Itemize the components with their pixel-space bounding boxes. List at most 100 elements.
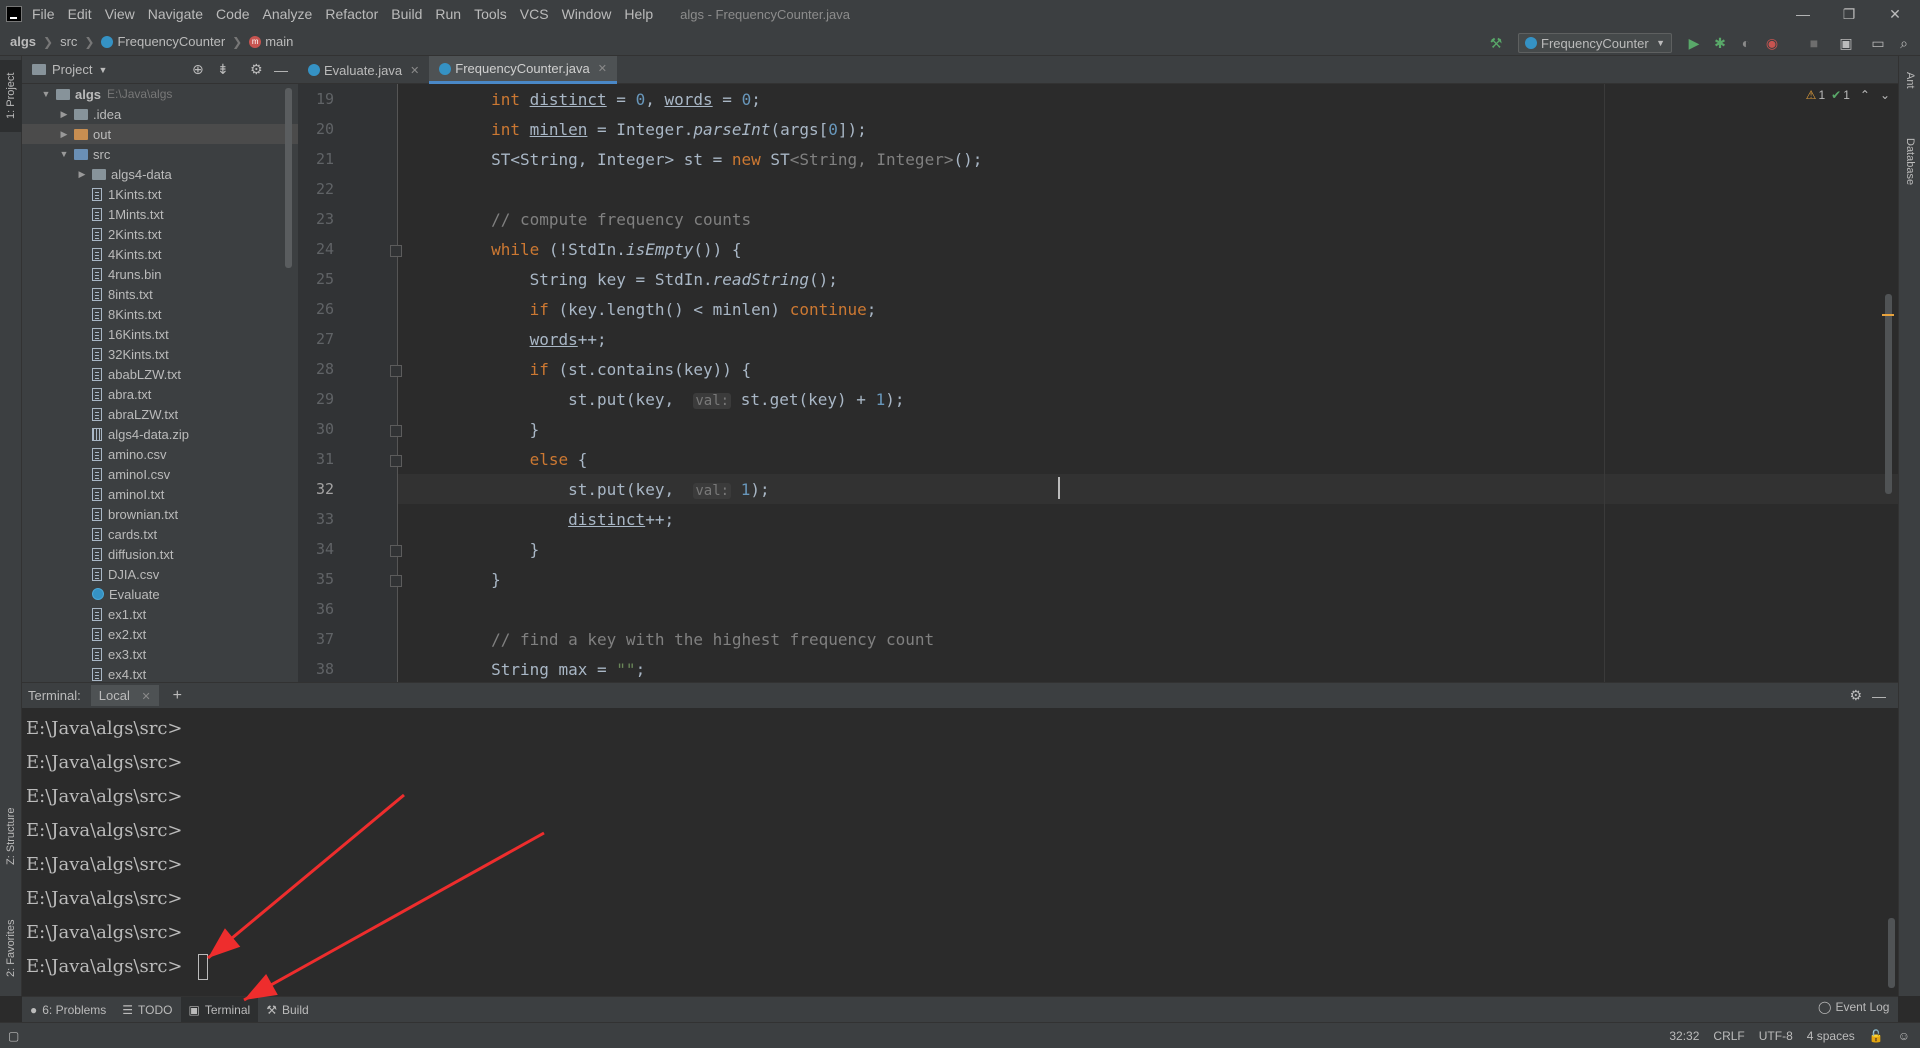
menu-analyze[interactable]: Analyze: [263, 6, 313, 22]
menu-file[interactable]: File: [32, 6, 55, 22]
project-scrollbar[interactable]: [285, 88, 292, 268]
close-button[interactable]: ✕: [1872, 0, 1918, 28]
tree-item[interactable]: 8Kints.txt: [22, 304, 298, 324]
tool-tab[interactable]: ☰ TODO: [114, 997, 180, 1023]
terminal-session-tab[interactable]: Local ✕: [90, 685, 159, 706]
database-tool-tab[interactable]: Database: [1899, 122, 1920, 202]
menu-navigate[interactable]: Navigate: [148, 6, 203, 22]
collapse-all-icon[interactable]: ⇟: [217, 61, 229, 78]
tree-item[interactable]: DJIA.csv: [22, 564, 298, 584]
gear-icon[interactable]: ⚙: [1849, 687, 1862, 704]
terminal-output[interactable]: E:\Java\algs\src> E:\Java\algs\src> E:\Jav…: [22, 708, 1898, 996]
menu-edit[interactable]: Edit: [68, 6, 92, 22]
debug-icon[interactable]: ✱: [1710, 33, 1730, 53]
tool-tab[interactable]: ⚒ Build: [258, 997, 316, 1023]
fold-marker-icon[interactable]: [390, 245, 402, 257]
tree-item[interactable]: Evaluate: [22, 584, 298, 604]
tree-item[interactable]: ababLZW.txt: [22, 364, 298, 384]
tree-item[interactable]: amino.csv: [22, 444, 298, 464]
minimize-button[interactable]: —: [1780, 0, 1826, 28]
close-icon[interactable]: ✕: [410, 64, 419, 77]
ant-tool-tab[interactable]: Ant: [1899, 62, 1920, 98]
editor-tab[interactable]: Evaluate.java ✕: [298, 56, 429, 84]
menu-view[interactable]: View: [105, 6, 135, 22]
event-log-button[interactable]: ◯ Event Log: [1818, 1000, 1889, 1014]
tool-tab[interactable]: ▣ Terminal: [180, 996, 259, 1023]
tree-item[interactable]: ▶ out: [22, 124, 298, 144]
indent-setting[interactable]: 4 spaces: [1807, 1029, 1855, 1043]
line-separator[interactable]: CRLF: [1713, 1029, 1744, 1043]
gear-icon[interactable]: ⚙: [250, 61, 263, 78]
tree-item[interactable]: 2Kints.txt: [22, 224, 298, 244]
tree-root[interactable]: ▼ algs E:\Java\algs: [22, 84, 298, 104]
restore-button[interactable]: ❐: [1826, 0, 1872, 28]
menu-build[interactable]: Build: [391, 6, 422, 22]
inspection-widget[interactable]: ⚠ 1 ✔ 1 ⌃ ⌄: [1806, 88, 1890, 102]
close-icon[interactable]: ✕: [598, 62, 607, 75]
tree-item[interactable]: ▶ .idea: [22, 104, 298, 124]
inspector-icon[interactable]: ☺: [1898, 1029, 1910, 1043]
code-editor[interactable]: 19 20 21 22 23 24 25 26 27 28 29 30 31 32 33 34 35 36 37 38…: [298, 84, 1898, 682]
tree-item[interactable]: 4runs.bin: [22, 264, 298, 284]
stop-icon[interactable]: ■: [1804, 33, 1824, 53]
chevron-up-icon[interactable]: ⌃: [1860, 88, 1870, 102]
tree-item[interactable]: 32Kints.txt: [22, 344, 298, 364]
search-icon[interactable]: ⌕: [1894, 33, 1914, 53]
hide-panel-icon[interactable]: —: [1872, 688, 1886, 704]
tree-item[interactable]: aminoI.csv: [22, 464, 298, 484]
structure-tool-tab[interactable]: Z: Structure: [0, 796, 22, 876]
fold-marker-icon[interactable]: [390, 575, 402, 587]
tree-item[interactable]: ex3.txt: [22, 644, 298, 664]
fold-marker-icon[interactable]: [390, 425, 402, 437]
menu-tools[interactable]: Tools: [474, 6, 507, 22]
coverage-icon[interactable]: ◐: [1736, 33, 1756, 53]
menu-code[interactable]: Code: [216, 6, 249, 22]
editor-tab[interactable]: FrequencyCounter.java ✕: [429, 56, 617, 84]
tree-item[interactable]: 8ints.txt: [22, 284, 298, 304]
close-icon[interactable]: ✕: [141, 691, 150, 703]
chevron-down-icon[interactable]: ⌄: [1880, 88, 1890, 102]
lock-icon[interactable]: 🔓: [1869, 1029, 1884, 1043]
tree-item[interactable]: abra.txt: [22, 384, 298, 404]
menu-run[interactable]: Run: [435, 6, 461, 22]
project-view-label[interactable]: Project: [52, 62, 92, 77]
menu-help[interactable]: Help: [624, 6, 653, 22]
tree-item[interactable]: brownian.txt: [22, 504, 298, 524]
menu-refactor[interactable]: Refactor: [325, 6, 378, 22]
tree-item[interactable]: diffusion.txt: [22, 544, 298, 564]
tree-item[interactable]: ex2.txt: [22, 624, 298, 644]
run-configuration-select[interactable]: FrequencyCounter ▼: [1518, 33, 1672, 53]
tree-item[interactable]: aminoI.txt: [22, 484, 298, 504]
run-icon[interactable]: ▶: [1684, 33, 1704, 53]
locate-icon[interactable]: ⊕: [192, 61, 204, 78]
tree-item[interactable]: ▶ algs4-data: [22, 164, 298, 184]
tree-item[interactable]: ▼ src: [22, 144, 298, 164]
layout-icon[interactable]: ▭: [1868, 33, 1888, 53]
tree-item[interactable]: cards.txt: [22, 524, 298, 544]
breadcrumb-project[interactable]: algs: [10, 34, 36, 49]
fold-marker-icon[interactable]: [390, 545, 402, 557]
caret-position[interactable]: 32:32: [1669, 1029, 1699, 1043]
menu-vcs[interactable]: VCS: [520, 6, 549, 22]
menu-window[interactable]: Window: [562, 6, 612, 22]
breadcrumb-class[interactable]: FrequencyCounter: [101, 34, 225, 49]
tree-item[interactable]: 16Kints.txt: [22, 324, 298, 344]
new-session-button[interactable]: +: [173, 687, 182, 705]
tree-item[interactable]: 4Kints.txt: [22, 244, 298, 264]
tree-item[interactable]: ex4.txt: [22, 664, 298, 682]
tree-item[interactable]: ex1.txt: [22, 604, 298, 624]
tree-item[interactable]: algs4-data.zip: [22, 424, 298, 444]
tree-item[interactable]: 1Mints.txt: [22, 204, 298, 224]
build-hammer-icon[interactable]: ⚒: [1486, 33, 1506, 53]
profile-icon[interactable]: ◉: [1762, 33, 1782, 53]
project-tool-tab[interactable]: 1: Project: [0, 60, 22, 132]
tool-window-toggle-icon[interactable]: ▢: [8, 1029, 19, 1043]
breadcrumb-folder[interactable]: src: [60, 34, 77, 49]
hide-panel-icon[interactable]: —: [274, 62, 288, 78]
tool-tab[interactable]: ● 6: Problems: [22, 997, 114, 1023]
terminal-scrollbar[interactable]: [1888, 918, 1895, 988]
project-structure-icon[interactable]: ▣: [1836, 33, 1856, 53]
chevron-down-icon[interactable]: ▼: [98, 65, 107, 75]
tree-item[interactable]: 1Kints.txt: [22, 184, 298, 204]
file-encoding[interactable]: UTF-8: [1759, 1029, 1793, 1043]
